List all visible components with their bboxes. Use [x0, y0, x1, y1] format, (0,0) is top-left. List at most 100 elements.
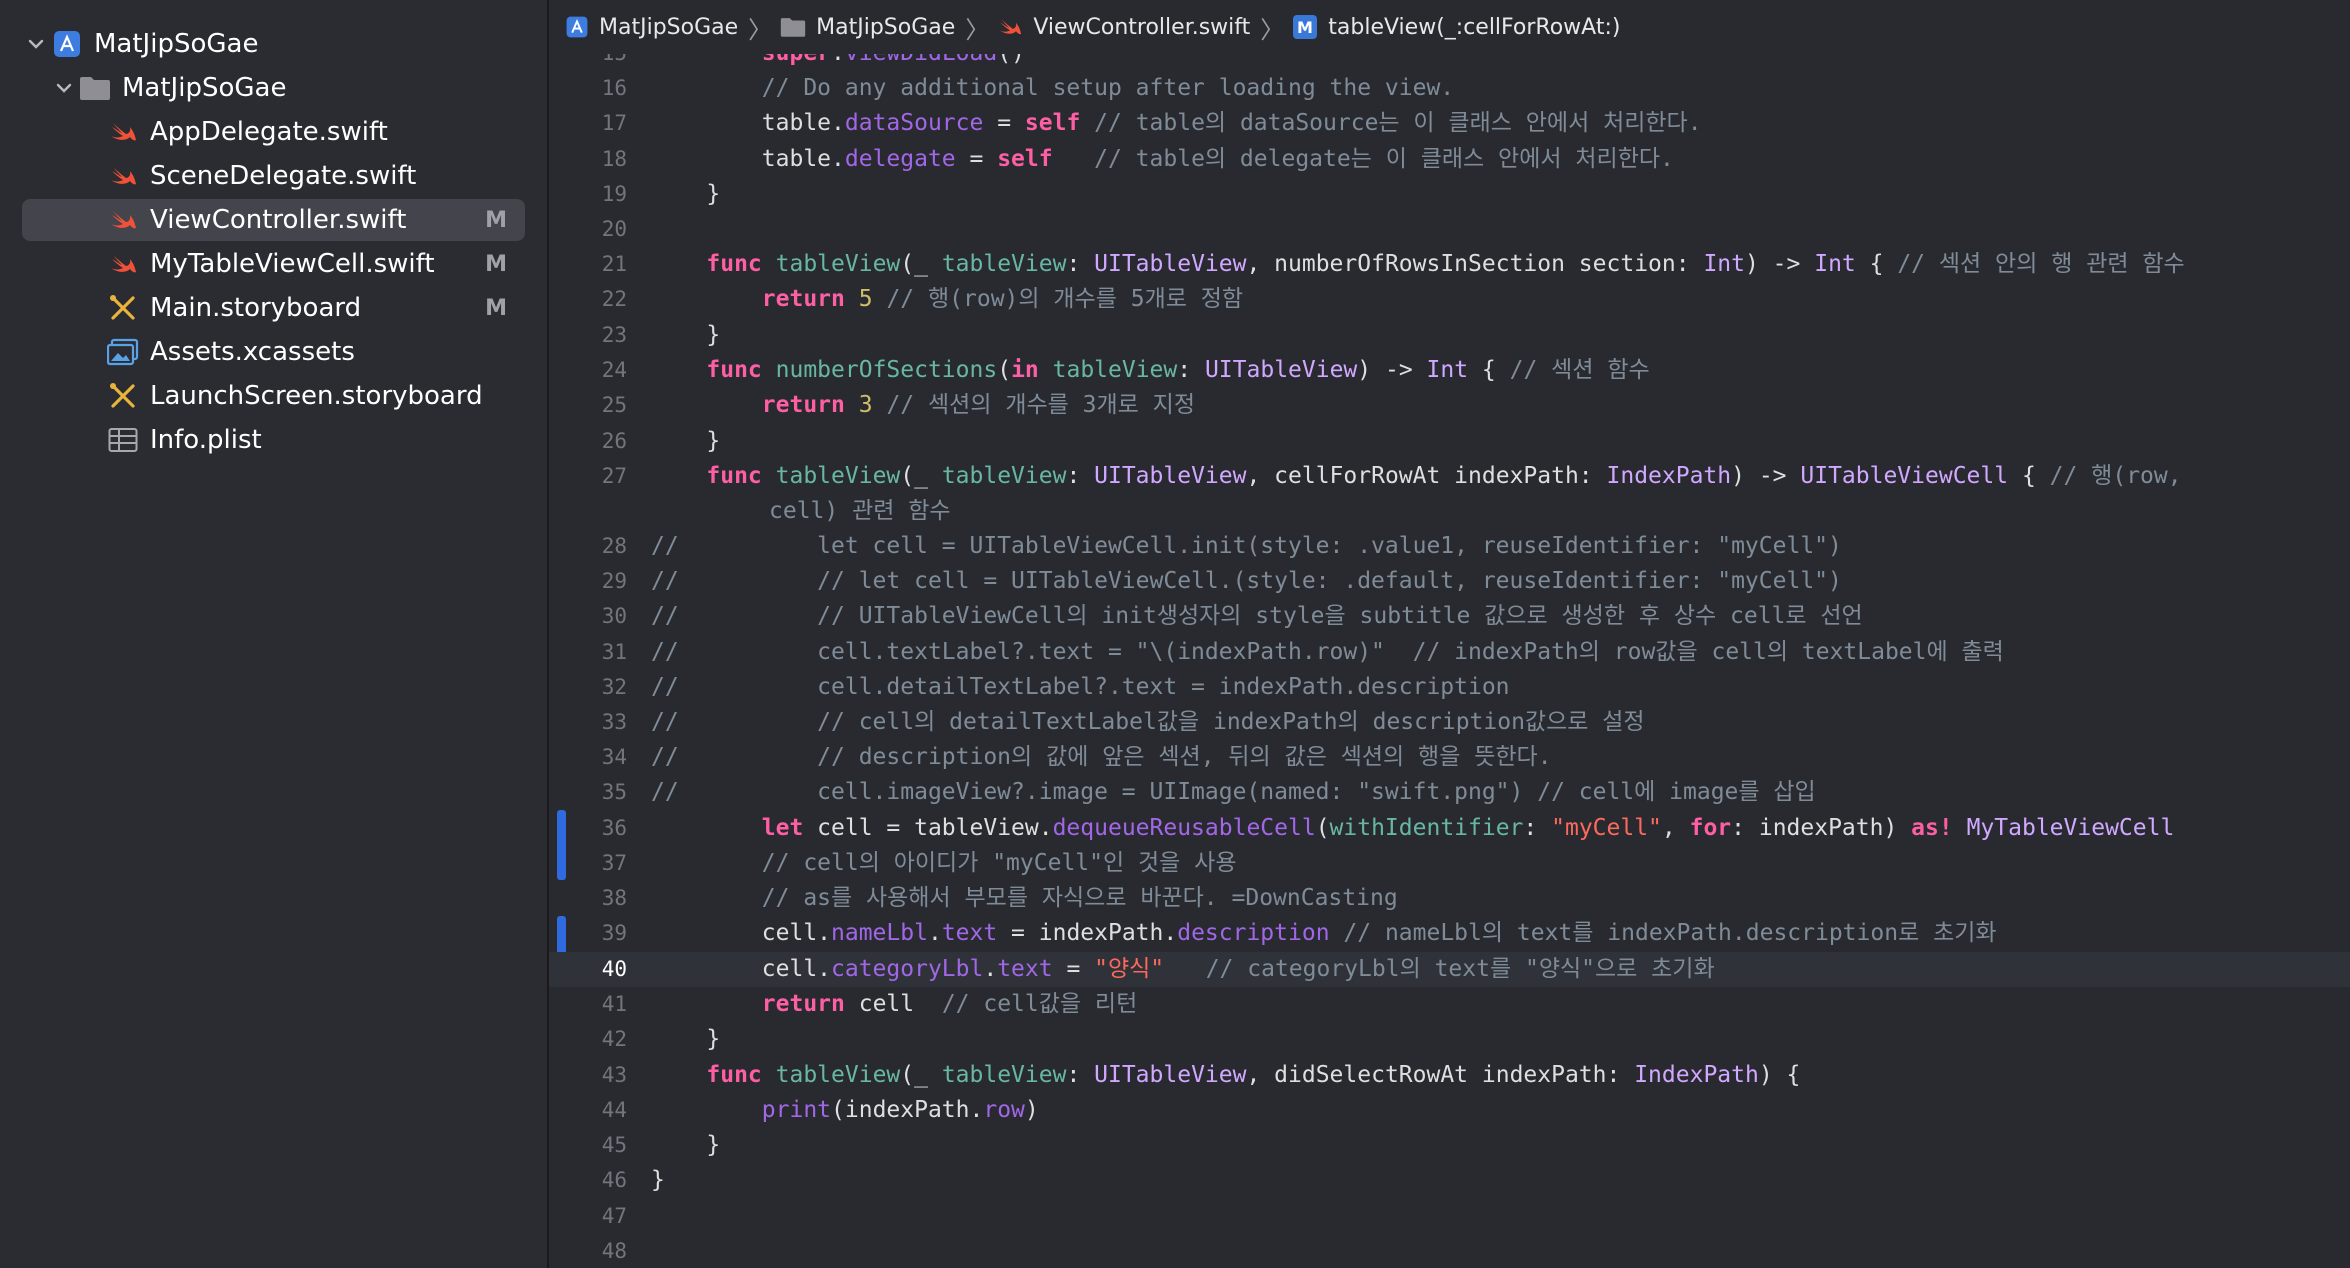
line-number: 43: [601, 1063, 627, 1087]
line-number: 36: [601, 816, 627, 840]
code-line[interactable]: 21 func tableView(_ tableView: UITableVi…: [549, 247, 2350, 282]
code-text: }: [651, 1167, 665, 1193]
line-number: 21: [601, 252, 627, 276]
code-text: return 5 // 행(row)의 개수를 5개로 정함: [761, 286, 1244, 312]
navigator-item-main-storyboard[interactable]: Main.storyboard M: [22, 287, 525, 329]
breadcrumb-group[interactable]: MatJipSoGae: [780, 15, 955, 40]
code-line[interactable]: 25 return 3 // 섹션의 개수를 3개로 지정: [549, 388, 2350, 423]
code-text: print(indexPath.row): [761, 1097, 1039, 1123]
navigator-item-launchscreen[interactable]: LaunchScreen.storyboard: [22, 375, 525, 417]
line-number: 45: [601, 1133, 627, 1157]
navigator-item-appdelegate[interactable]: AppDelegate.swift: [22, 111, 525, 153]
code-line[interactable]: 16 // Do any additional setup after load…: [549, 71, 2350, 106]
navigator-item-group[interactable]: MatJipSoGae: [22, 67, 525, 109]
code-line[interactable]: 24 func numberOfSections(in tableView: U…: [549, 353, 2350, 388]
navigator-item-mytableviewcell[interactable]: MyTableViewCell.swift M: [22, 243, 525, 285]
code-line[interactable]: 46 }: [549, 1163, 2350, 1198]
code-line[interactable]: 32 // cell.detailTextLabel?.text = index…: [549, 670, 2350, 705]
code-line[interactable]: 36 let cell = tableView.dequeueReusableC…: [549, 811, 2350, 846]
line-number: 44: [601, 1098, 627, 1122]
code-text: cell.nameLbl.text = indexPath.descriptio…: [651, 920, 1997, 946]
code-line[interactable]: 29 // // let cell = UITableViewCell.(sty…: [549, 564, 2350, 599]
code-line[interactable]: 41 return cell // cell값을 리턴: [549, 987, 2350, 1022]
code-line[interactable]: 23 }: [549, 318, 2350, 353]
chevron-down-icon[interactable]: [50, 74, 78, 102]
code-line[interactable]: 37 // cell의 아이디가 "myCell"인 것을 사용: [549, 846, 2350, 881]
code-text: cell.categoryLbl.text = "양식" // category…: [651, 956, 1715, 982]
code-text: func tableView(_ tableView: UITableView,…: [706, 251, 2185, 277]
line-number: 25: [601, 393, 627, 417]
code-line[interactable]: 47: [549, 1199, 2350, 1234]
current-code-line[interactable]: 40 cell.categoryLbl.text = "양식" // categ…: [549, 952, 2350, 987]
code-line[interactable]: 38 // as를 사용해서 부모를 자식으로 바꾼다. =DownCastin…: [549, 881, 2350, 916]
folder-icon: [780, 16, 806, 38]
modified-badge: M: [485, 295, 507, 321]
code-line[interactable]: 31 // cell.textLabel?.text = "\(indexPat…: [549, 635, 2350, 670]
source-editor[interactable]: 15 super.viewDidLoad() 16 // Do any addi…: [549, 54, 2350, 1268]
line-number: 17: [601, 111, 627, 135]
code-text: return 3 // 섹션의 개수를 3개로 지정: [761, 392, 1195, 418]
line-number: 30: [601, 604, 627, 628]
code-text: }: [651, 1026, 721, 1052]
line-number: 39: [601, 921, 627, 945]
line-number: 41: [601, 992, 627, 1016]
navigator-item-viewcontroller[interactable]: ViewController.swift M: [22, 199, 525, 241]
code-line[interactable]: 15 super.viewDidLoad(): [549, 54, 2350, 71]
line-number: 31: [601, 640, 627, 664]
code-text: // cell.imageView?.image = UIImage(named…: [651, 779, 1816, 805]
code-line[interactable]: 34 // // description의 값에 앞은 섹션, 뒤의 값은 섹션…: [549, 740, 2350, 775]
line-number: 20: [601, 217, 627, 241]
code-text: func tableView(_ tableView: UITableView,…: [706, 463, 2182, 489]
code-line[interactable]: 30 // // UITableViewCell의 init생성자의 style…: [549, 599, 2350, 634]
code-line[interactable]: 19 }: [549, 177, 2350, 212]
code-line[interactable]: 26 }: [549, 424, 2350, 459]
line-number: 42: [601, 1027, 627, 1051]
code-line[interactable]: 42 }: [549, 1022, 2350, 1057]
navigator-item-label: Info.plist: [150, 425, 262, 455]
navigator-item-assets[interactable]: Assets.xcassets: [22, 331, 525, 373]
swift-icon: [106, 203, 140, 237]
line-number: 18: [601, 147, 627, 171]
code-line[interactable]: 44 print(indexPath.row): [549, 1093, 2350, 1128]
line-number: 35: [601, 780, 627, 804]
navigator-item-project[interactable]: MatJipSoGae: [22, 23, 525, 65]
code-text: func tableView(_ tableView: UITableView,…: [706, 1062, 1801, 1088]
line-number: 47: [601, 1204, 627, 1228]
code-line[interactable]: 20: [549, 212, 2350, 247]
navigator-item-label: Assets.xcassets: [150, 337, 355, 367]
code-text: super.viewDidLoad(): [651, 54, 1025, 71]
code-line[interactable]: 39 cell.nameLbl.text = indexPath.descrip…: [549, 916, 2350, 951]
line-number: 48: [601, 1239, 627, 1263]
code-line[interactable]: 35 // cell.imageView?.image = UIImage(na…: [549, 775, 2350, 810]
code-line[interactable]: 45 }: [549, 1128, 2350, 1163]
line-number: 26: [601, 429, 627, 453]
code-line[interactable]: 17 table.dataSource = self // table의 dat…: [549, 106, 2350, 141]
breadcrumb-project[interactable]: MatJipSoGae: [565, 15, 738, 40]
line-number: 27: [601, 464, 627, 488]
line-number: 24: [601, 358, 627, 382]
code-line[interactable]: 18 table.delegate = self // table의 deleg…: [549, 142, 2350, 177]
code-line[interactable]: 27 func tableView(_ tableView: UITableVi…: [549, 459, 2350, 529]
assets-icon: [106, 335, 140, 369]
code-line[interactable]: 48: [549, 1234, 2350, 1268]
code-text: // // let cell = UITableViewCell.(style:…: [651, 568, 1842, 594]
code-line[interactable]: 33 // // cell의 detailTextLabel값을 indexPa…: [549, 705, 2350, 740]
code-line[interactable]: 22 return 5 // 행(row)의 개수를 5개로 정함: [549, 282, 2350, 317]
breadcrumb-file[interactable]: ViewController.swift: [997, 15, 1250, 40]
line-number: 23: [601, 323, 627, 347]
code-text: table.dataSource = self // table의 dataSo…: [651, 110, 1702, 136]
code-text: return cell // cell값을 리턴: [761, 991, 1138, 1017]
navigator-item-scenedelegate[interactable]: SceneDelegate.swift: [22, 155, 525, 197]
code-line[interactable]: 28 // let cell = UITableViewCell.init(st…: [549, 529, 2350, 564]
line-number: 15: [549, 54, 627, 71]
project-navigator: MatJipSoGae MatJipSoGae AppDelegate.swif…: [0, 0, 549, 1268]
project-icon: [565, 15, 589, 39]
method-icon: M: [1292, 14, 1318, 40]
navigator-item-label: AppDelegate.swift: [150, 117, 388, 147]
breadcrumb-method[interactable]: M tableView(_:cellForRowAt:): [1292, 14, 1620, 40]
navigator-item-label: MyTableViewCell.swift: [150, 249, 435, 279]
navigator-item-infoplist[interactable]: Info.plist: [22, 419, 525, 461]
code-line[interactable]: 43 func tableView(_ tableView: UITableVi…: [549, 1058, 2350, 1093]
chevron-down-icon[interactable]: [22, 30, 50, 58]
wrapped-code-text: cell) 관련 함수: [769, 498, 951, 524]
